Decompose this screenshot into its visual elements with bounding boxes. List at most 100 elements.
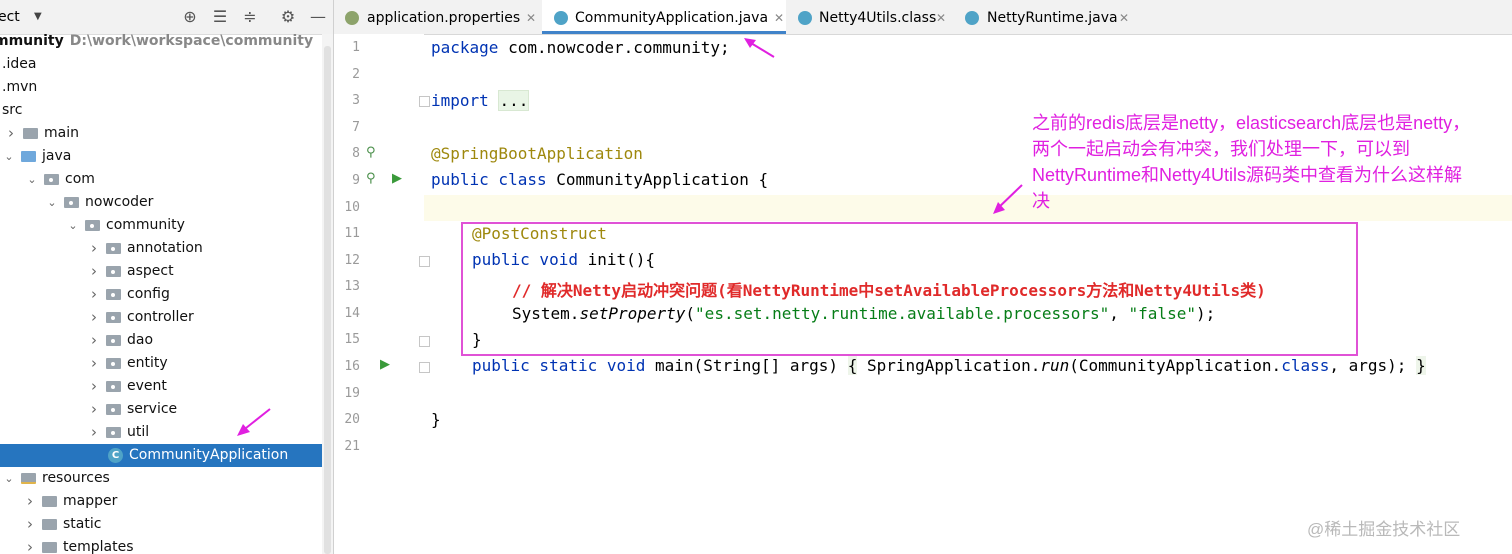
tree-item-controller[interactable]: › controller (0, 306, 322, 329)
code-line-9[interactable]: public class CommunityApplication { (431, 170, 768, 189)
code-line-20[interactable]: } (431, 410, 441, 429)
tree-item-src[interactable]: src (0, 99, 322, 122)
chevron-right-icon[interactable]: › (4, 122, 18, 145)
tree-item-nowcoder[interactable]: ⌄ nowcoder (0, 191, 322, 214)
close-icon[interactable]: ✕ (774, 0, 784, 36)
tree-item-resources[interactable]: ⌄ resources (0, 467, 322, 490)
project-scrollbar-thumb[interactable] (324, 46, 331, 554)
tree-item--mvn[interactable]: .mvn (0, 76, 322, 99)
keyword: public class (431, 170, 547, 189)
tab-nettyruntime-java[interactable]: NettyRuntime.java ✕ (958, 0, 1138, 34)
close-icon[interactable]: ✕ (526, 0, 536, 36)
code-line-8[interactable]: @SpringBootApplication (431, 144, 643, 163)
code-line-16[interactable]: public static void main(String[] args) {… (472, 356, 1426, 375)
chevron-right-icon[interactable]: › (87, 237, 101, 260)
tree-item-label: aspect (127, 263, 174, 279)
tree-item-java[interactable]: ⌄ java (0, 145, 322, 168)
method-name: run (1040, 356, 1070, 375)
keyword: package (431, 38, 499, 57)
watermark: @稀土掘金技术社区 (1307, 520, 1461, 539)
code-line-1[interactable]: package com.nowcoder.community; (431, 38, 730, 57)
folder-icon (21, 151, 36, 162)
chevron-down-icon[interactable]: ⌄ (66, 214, 80, 237)
tree-item-main[interactable]: › main (0, 122, 322, 145)
tree-item-entity[interactable]: › entity (0, 352, 322, 375)
project-view-title[interactable]: ect (0, 9, 20, 25)
chevron-down-icon[interactable]: ⌄ (2, 145, 16, 168)
folder-icon (42, 542, 57, 553)
tree-item-communityapplication[interactable]: C CommunityApplication (0, 444, 322, 467)
run-icon[interactable]: ▶ (380, 357, 390, 372)
tree-item-label: service (127, 401, 178, 417)
tab-label: CommunityApplication.java (575, 10, 769, 26)
chevron-right-icon[interactable]: › (87, 329, 101, 352)
package-icon (106, 312, 121, 323)
hide-panel-icon[interactable]: — (308, 7, 328, 27)
tree-item-label: CommunityApplication (129, 447, 289, 463)
folder-icon (21, 473, 36, 484)
tab-application-properties[interactable]: application.properties ✕ (334, 0, 540, 34)
chevron-right-icon[interactable]: › (87, 421, 101, 444)
line-number: 19 (344, 386, 360, 401)
keyword: class (1281, 356, 1330, 375)
spring-bean-icon[interactable]: ⚲ (366, 171, 376, 186)
tree-item-static[interactable]: › static (0, 513, 322, 536)
chevron-right-icon[interactable]: › (87, 352, 101, 375)
chevron-right-icon[interactable]: › (87, 283, 101, 306)
chevron-right-icon[interactable]: › (23, 513, 37, 536)
pink-arrow-icon (993, 184, 1023, 214)
package-icon (106, 243, 121, 254)
project-panel: ect ▼ ⊕ ☰ ≑ ⚙ — mmunity D:\work\workspace… (0, 0, 334, 554)
collapse-all-icon[interactable]: ≑ (240, 7, 260, 27)
tab-communityapplication-java[interactable]: CommunityApplication.java ✕ (542, 0, 786, 34)
editor-gutter: ⚲ ⚲ ▶ ▶ 1 2 3 7 8 9 10 11 12 13 14 15 16 19 20 21 (334, 34, 430, 554)
package-dot (90, 224, 94, 228)
tree-item-label: entity (127, 355, 168, 371)
editor-tab-bar: application.properties ✕ CommunityApplic… (334, 0, 1512, 35)
line-number: 10 (344, 200, 360, 215)
highlight-box (461, 222, 1358, 356)
keyword: import (431, 91, 489, 110)
tree-item-mmunity[interactable]: mmunity D:\work\workspace\community (0, 30, 322, 53)
chevron-right-icon[interactable]: › (23, 536, 37, 554)
tree-item-templates[interactable]: › templates (0, 536, 322, 554)
tree-item-dao[interactable]: › dao (0, 329, 322, 352)
close-icon[interactable]: ✕ (936, 0, 946, 36)
chevron-right-icon[interactable]: › (87, 306, 101, 329)
tree-item-com[interactable]: ⌄ com (0, 168, 322, 191)
tree-item-label: event (127, 378, 167, 394)
tree-item-config[interactable]: › config (0, 283, 322, 306)
chevron-right-icon[interactable]: › (23, 490, 37, 513)
code-line-3[interactable]: import ... (431, 90, 530, 111)
line-number: 21 (344, 439, 360, 454)
package-dot (111, 293, 115, 297)
spring-bean-icon[interactable]: ⚲ (366, 145, 376, 160)
tree-item-label: annotation (127, 240, 203, 256)
tree-item-community[interactable]: ⌄ community (0, 214, 322, 237)
chevron-down-icon[interactable]: ⌄ (25, 168, 39, 191)
annotation: @SpringBootApplication (431, 144, 643, 163)
chevron-down-icon[interactable]: ⌄ (2, 467, 16, 490)
gear-icon[interactable]: ⚙ (278, 7, 298, 27)
chevron-down-icon[interactable]: ▼ (34, 11, 42, 22)
tree-item-event[interactable]: › event (0, 375, 322, 398)
tree-item-aspect[interactable]: › aspect (0, 260, 322, 283)
tab-netty4utils-class[interactable]: Netty4Utils.class ✕ (788, 0, 954, 34)
line-number: 9 (352, 173, 360, 188)
chevron-right-icon[interactable]: › (87, 398, 101, 421)
run-icon[interactable]: ▶ (392, 171, 402, 186)
locate-icon[interactable]: ⊕ (180, 7, 200, 27)
chevron-right-icon[interactable]: › (87, 260, 101, 283)
folded-imports[interactable]: ... (498, 90, 530, 111)
tree-item--idea[interactable]: .idea (0, 53, 322, 76)
tree-item-mapper[interactable]: › mapper (0, 490, 322, 513)
tree-item-annotation[interactable]: › annotation (0, 237, 322, 260)
code-text: CommunityApplication { (546, 170, 769, 189)
spring-class-icon: C (108, 448, 123, 463)
close-icon[interactable]: ✕ (1119, 0, 1129, 36)
tree-item-label: mmunity D:\work\workspace\community (0, 33, 314, 49)
chevron-down-icon[interactable]: ⌄ (45, 191, 59, 214)
chevron-right-icon[interactable]: › (87, 375, 101, 398)
code-text: (CommunityApplication. (1069, 356, 1282, 375)
expand-all-icon[interactable]: ☰ (210, 7, 230, 27)
